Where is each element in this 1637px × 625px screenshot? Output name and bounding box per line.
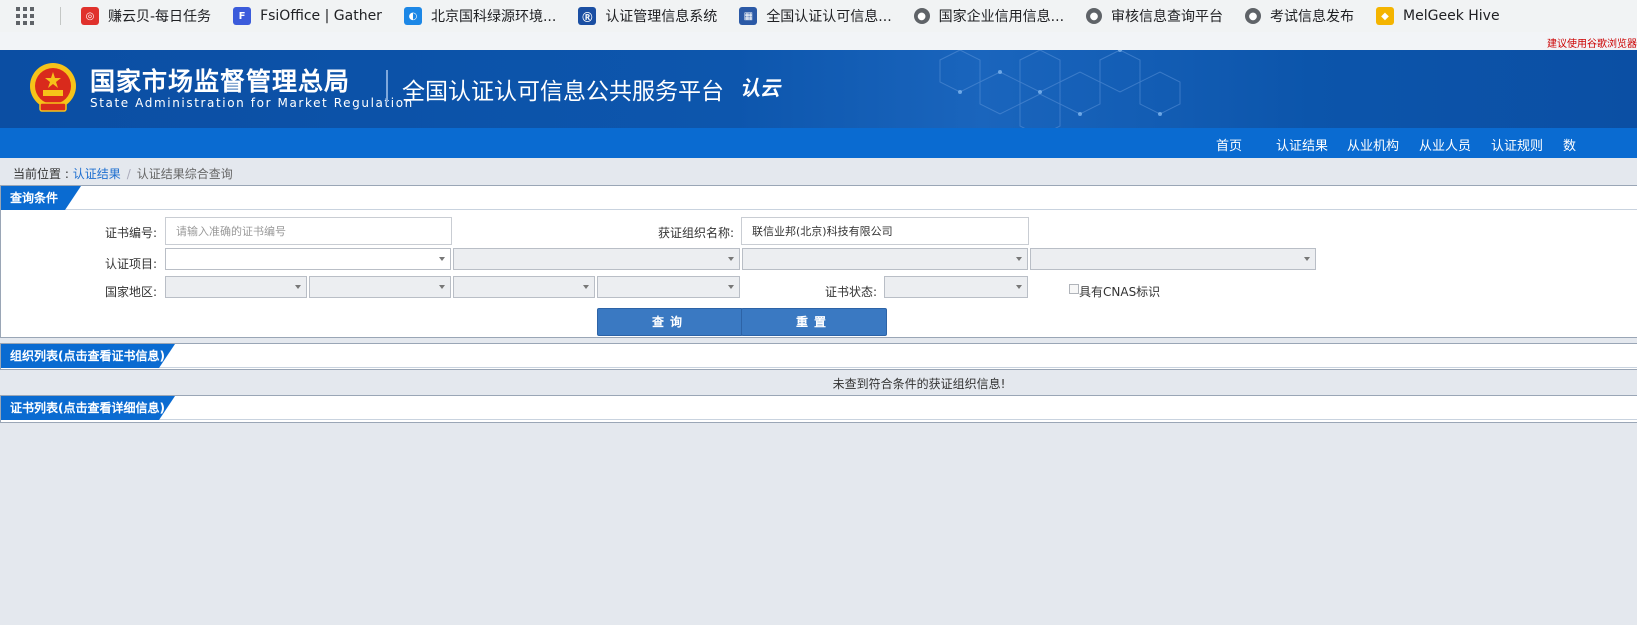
bookmarks-bar: ◎ 赚云贝-每日任务 F FsiOffice | Gather ◐ 北京国科绿源环境...… — [0, 0, 1637, 32]
melgeek-icon: ◆ — [1376, 7, 1395, 25]
region-select-2[interactable] — [309, 276, 451, 298]
region-label: 国家地区: — [104, 285, 157, 299]
apps-grid-icon[interactable] — [16, 7, 34, 25]
bookmark-item[interactable]: ◆ MelGeek Hive — [1376, 7, 1500, 25]
chevron-down-icon — [295, 285, 301, 289]
project-select-1[interactable] — [165, 248, 451, 270]
chevron-down-icon — [439, 285, 445, 289]
region-select-1[interactable] — [165, 276, 307, 298]
cnas-label: 具有CNAS标识 — [1079, 285, 1161, 299]
chevron-down-icon — [728, 285, 734, 289]
cnas-checkbox[interactable] — [1069, 284, 1079, 294]
query-panel: 查询条件 证书编号: 获证组织名称: 认证项目: 国家地区: 证书状态: 具有C… — [0, 185, 1637, 338]
agency-name-cn: 国家市场监督管理总局 — [90, 67, 351, 96]
renyun-logo: 认云 — [740, 76, 780, 100]
notice-strip: 建议使用谷歌浏览器 — [0, 32, 1637, 50]
breadcrumb-prefix: 当前位置 : — [13, 167, 73, 181]
globe-icon: ● — [1245, 8, 1262, 24]
target-icon: ◎ — [81, 7, 99, 25]
browser-notice: 建议使用谷歌浏览器 — [1547, 39, 1637, 50]
cert-no-label: 证书编号: — [104, 226, 157, 240]
bookmark-label: FsiOffice | Gather — [260, 8, 382, 24]
cert-no-input[interactable] — [165, 217, 452, 245]
region-select-3[interactable] — [453, 276, 595, 298]
agency-name-en: State Administration for Market Regulati… — [90, 96, 414, 110]
globe-icon: ● — [913, 8, 930, 24]
query-panel-header: 查询条件 — [1, 186, 1637, 210]
project-select-4[interactable] — [1030, 248, 1316, 270]
bookmark-item[interactable]: ● 国家企业信用信息... — [913, 6, 1065, 26]
nav-item[interactable]: 认证结果 — [1276, 135, 1328, 154]
cert-list-title: 证书列表(点击查看详细信息) — [1, 396, 175, 420]
nav-item[interactable]: 从业机构 — [1347, 135, 1399, 154]
project-select-3[interactable] — [742, 248, 1028, 270]
bookmark-label: 考试信息发布 — [1270, 9, 1355, 25]
fsi-icon: F — [233, 7, 252, 25]
chevron-down-icon — [728, 257, 734, 261]
breadcrumb-separator: / — [126, 167, 131, 181]
project-select-2[interactable] — [453, 248, 740, 270]
bookmark-item[interactable]: Ⓡ 认证管理信息系统 — [578, 6, 717, 26]
breadcrumb-link-results[interactable]: 认证结果 — [73, 167, 121, 181]
platform-title: 全国认证认可信息公共服务平台 — [402, 79, 724, 105]
nav-item[interactable]: 首页 — [1216, 135, 1242, 154]
nav-item[interactable]: 数 — [1563, 135, 1576, 154]
breadcrumb-current: 认证结果综合查询 — [136, 167, 233, 181]
globe-icon: ● — [1086, 8, 1103, 24]
chevron-down-icon — [439, 257, 445, 261]
search-button[interactable]: 查询 — [597, 308, 743, 336]
bookmark-label: 北京国科绿源环境... — [430, 9, 557, 25]
org-list-empty-message: 未查到符合条件的获证组织信息! — [832, 377, 1006, 391]
org-name-input[interactable] — [741, 217, 1029, 245]
bookmark-item[interactable]: ● 考试信息发布 — [1245, 6, 1354, 26]
bookmark-item[interactable]: ● 审核信息查询平台 — [1086, 6, 1223, 26]
bookmark-item[interactable]: ▦ 全国认证认可信息... — [739, 6, 892, 26]
bookmarks-separator — [60, 7, 61, 25]
site-header: 国家市场监督管理总局 State Administration for Mark… — [0, 50, 1637, 128]
nav-item[interactable]: 从业人员 — [1419, 135, 1471, 154]
org-name-label: 获证组织名称: — [657, 226, 734, 240]
swirl-icon: ◐ — [403, 7, 422, 25]
bookmark-label: 全国认证认可信息... — [766, 9, 892, 25]
bookmark-label: 认证管理信息系统 — [605, 9, 718, 25]
region-select-4[interactable] — [597, 276, 740, 298]
cert-list-panel: 证书列表(点击查看详细信息) — [0, 395, 1637, 423]
shield-icon: Ⓡ — [578, 7, 597, 25]
hex-pattern-decoration — [939, 50, 1181, 128]
org-list-panel: 组织列表(点击查看证书信息) — [0, 343, 1637, 370]
bookmark-item[interactable]: ◎ 赚云贝-每日任务 — [81, 6, 211, 26]
nav-item[interactable]: 认证规则 — [1491, 135, 1543, 154]
national-emblem-icon — [30, 63, 76, 112]
cert-list-header: 证书列表(点击查看详细信息) — [1, 396, 1637, 420]
main-nav: 首页 认证结果 从业机构 从业人员 认证规则 数 — [0, 128, 1637, 158]
bookmark-label: 赚云贝-每日任务 — [108, 9, 212, 25]
bookmark-label: MelGeek Hive — [1403, 8, 1500, 24]
bookmark-item[interactable]: ◐ 北京国科绿源环境... — [403, 6, 557, 26]
project-label: 认证项目: — [104, 257, 157, 271]
status-select[interactable] — [884, 276, 1028, 298]
chevron-down-icon — [1016, 285, 1022, 289]
chevron-down-icon — [1016, 257, 1022, 261]
org-list-header: 组织列表(点击查看证书信息) — [1, 344, 1637, 368]
query-panel-title: 查询条件 — [1, 186, 81, 210]
chevron-down-icon — [583, 285, 589, 289]
building-icon: ▦ — [739, 7, 758, 25]
bookmark-item[interactable]: F FsiOffice | Gather — [233, 7, 382, 25]
bookmark-label: 审核信息查询平台 — [1111, 9, 1224, 25]
reset-button[interactable]: 重置 — [741, 308, 887, 336]
chevron-down-icon — [1304, 257, 1310, 261]
header-divider — [386, 70, 388, 102]
breadcrumb: 当前位置 : 认证结果 / 认证结果综合查询 — [13, 165, 233, 182]
org-list-title: 组织列表(点击查看证书信息) — [1, 344, 175, 368]
status-label: 证书状态: — [824, 285, 877, 299]
bookmark-label: 国家企业信用信息... — [938, 9, 1065, 25]
